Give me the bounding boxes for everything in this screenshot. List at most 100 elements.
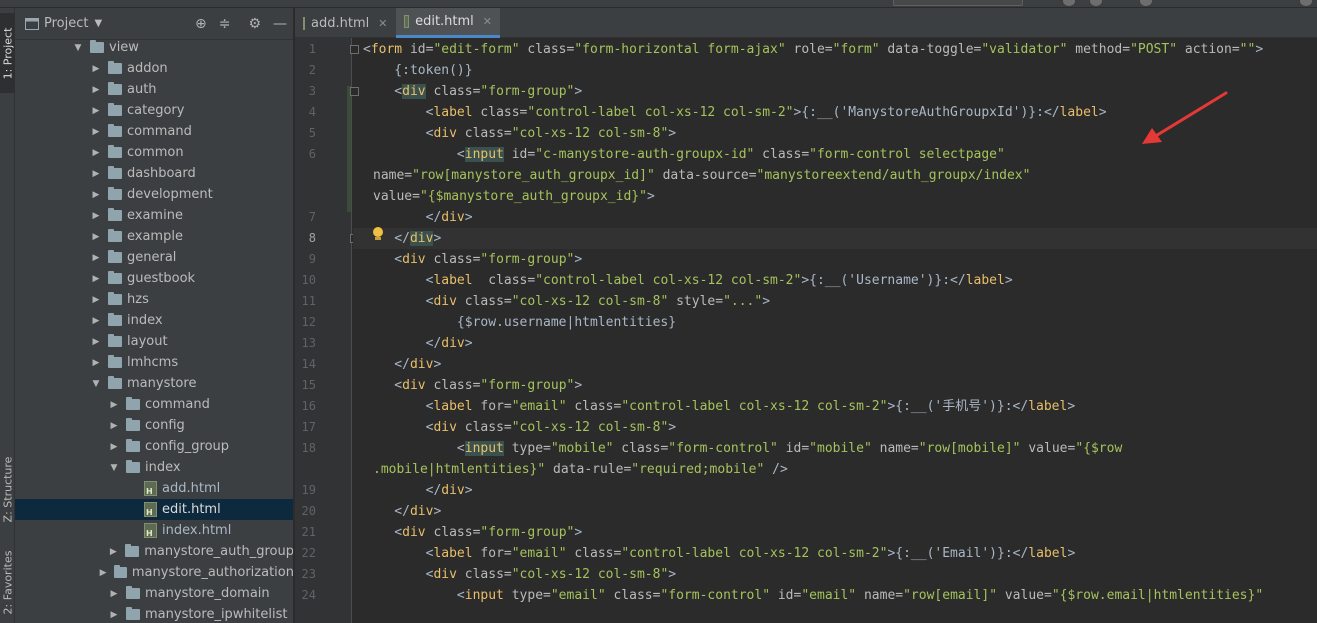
tree-folder-item[interactable]: ▶ layout bbox=[15, 331, 293, 352]
gear-icon[interactable]: ⚙ bbox=[248, 16, 261, 32]
code-line[interactable]: <label for="email" class="control-label … bbox=[353, 396, 1317, 417]
chevron-right-icon[interactable]: ▶ bbox=[98, 568, 109, 578]
chevron-right-icon[interactable]: ▶ bbox=[90, 337, 102, 347]
tree-file-item[interactable]: edit.html bbox=[15, 499, 293, 520]
tree-folder-item[interactable]: ▶ addon bbox=[15, 58, 293, 79]
chevron-right-icon[interactable]: ▶ bbox=[90, 295, 102, 305]
chevron-right-icon[interactable]: ▶ bbox=[108, 589, 120, 599]
chevron-right-icon[interactable]: ▶ bbox=[90, 148, 102, 158]
chevron-right-icon[interactable]: ▶ bbox=[90, 190, 102, 200]
tool-tab-favorites[interactable]: 2: Favorites bbox=[0, 543, 15, 621]
hide-panel-icon[interactable]: — bbox=[273, 16, 287, 32]
locate-file-icon[interactable]: ⊕ bbox=[195, 16, 207, 32]
line-number-gutter[interactable]: 1 2 3 4 5 6 7 8 9 10 11 12 13 14 15 16 17 18 19 20 21 22 23 24 bbox=[295, 38, 359, 623]
code-line[interactable]: </div> bbox=[353, 354, 1317, 375]
code-line[interactable]: </div> bbox=[353, 501, 1317, 522]
html-file-icon bbox=[144, 502, 157, 517]
tree-folder-item[interactable]: ▶ hzs bbox=[15, 289, 293, 310]
tree-folder-item[interactable]: ▼ index bbox=[15, 457, 293, 478]
close-icon[interactable]: ✕ bbox=[483, 15, 492, 28]
tree-folder-item[interactable]: ▶ manystore_ipwhitelist bbox=[15, 604, 293, 623]
tree-file-item[interactable]: index.html bbox=[15, 520, 293, 541]
tree-folder-item[interactable]: ▶ command bbox=[15, 394, 293, 415]
tree-folder-item[interactable]: ▼ manystore bbox=[15, 373, 293, 394]
tree-folder-item[interactable]: ▶ auth bbox=[15, 79, 293, 100]
chevron-right-icon[interactable]: ▶ bbox=[108, 610, 120, 620]
code-line[interactable]: <div class="form-group"> bbox=[353, 375, 1317, 396]
tree-folder-item[interactable]: ▶ general bbox=[15, 247, 293, 268]
chevron-right-icon[interactable]: ▶ bbox=[108, 400, 120, 410]
tree-folder-item[interactable]: ▶ manystore_auth_group bbox=[15, 541, 293, 562]
chevron-right-icon[interactable]: ▶ bbox=[90, 211, 102, 221]
tool-tab-structure[interactable]: Z: Structure bbox=[0, 448, 15, 530]
tree-folder-item[interactable]: ▶ example bbox=[15, 226, 293, 247]
tool-tab-project[interactable]: 1: Project bbox=[0, 13, 15, 93]
chevron-down-icon[interactable]: ▼ bbox=[72, 43, 84, 53]
chevron-right-icon[interactable]: ▶ bbox=[90, 253, 102, 263]
intention-bulb-icon[interactable] bbox=[373, 227, 383, 241]
code-line[interactable]: <div class="form-group"> bbox=[353, 522, 1317, 543]
chevron-down-icon[interactable]: ▼ bbox=[90, 379, 102, 389]
chevron-right-icon[interactable]: ▶ bbox=[90, 169, 102, 179]
chevron-right-icon[interactable]: ▶ bbox=[90, 358, 102, 368]
tab-add-html[interactable]: add.html ✕ bbox=[295, 8, 395, 38]
tree-folder-item[interactable]: ▶ dashboard bbox=[15, 163, 293, 184]
code-line[interactable]: <form id="edit-form" class="form-horizon… bbox=[353, 39, 1317, 60]
chevron-right-icon[interactable]: ▶ bbox=[90, 106, 102, 116]
code-line[interactable]: <input type="email" class="form-control"… bbox=[353, 585, 1317, 606]
code-line[interactable]: </div> bbox=[353, 207, 1317, 228]
chevron-down-icon[interactable]: ▼ bbox=[108, 463, 120, 473]
tree-folder-item[interactable]: ▶ config bbox=[15, 415, 293, 436]
code-line[interactable]: <input type="mobile" class="form-control… bbox=[353, 438, 1317, 459]
tab-edit-html[interactable]: edit.html ✕ bbox=[396, 8, 500, 38]
chevron-right-icon[interactable]: ▶ bbox=[90, 232, 102, 242]
chevron-down-icon[interactable]: ▼ bbox=[94, 18, 102, 29]
line-number: 6 bbox=[308, 147, 316, 161]
tree-folder-item[interactable]: ▶ manystore_domain bbox=[15, 583, 293, 604]
run-icon[interactable] bbox=[1063, 0, 1075, 6]
code-line[interactable]: value="{$manystore_auth_groupx_id}"> bbox=[353, 186, 1317, 207]
code-line[interactable]: <label class="control-label col-xs-12 co… bbox=[353, 270, 1317, 291]
tree-folder-item[interactable]: ▶ examine bbox=[15, 205, 293, 226]
search-everywhere-icon[interactable] bbox=[1300, 0, 1312, 6]
vcs-change-marker[interactable] bbox=[347, 86, 351, 212]
tree-folder-item[interactable]: ▶ manystore_authorization bbox=[15, 562, 293, 583]
chevron-right-icon[interactable]: ▶ bbox=[90, 64, 102, 74]
code-line[interactable]: .mobile|htmlentities}" data-rule="requir… bbox=[353, 459, 1317, 480]
code-line[interactable]: {:token()} bbox=[353, 60, 1317, 81]
chevron-right-icon[interactable]: ▶ bbox=[108, 421, 120, 431]
run-configuration-dropdown[interactable] bbox=[893, 0, 1023, 6]
tree-folder-item[interactable]: ▶ category bbox=[15, 100, 293, 121]
chevron-right-icon[interactable]: ▶ bbox=[90, 274, 102, 284]
code-line[interactable]: <div class="col-xs-12 col-sm-8" style=".… bbox=[353, 291, 1317, 312]
chevron-right-icon[interactable]: ▶ bbox=[108, 442, 120, 452]
code-line[interactable]: name="row[manystore_auth_groupx_id]" dat… bbox=[353, 165, 1317, 186]
tree-folder-item[interactable]: ▼ view bbox=[15, 37, 293, 58]
tree-folder-item[interactable]: ▶ guestbook bbox=[15, 268, 293, 289]
chevron-right-icon[interactable]: ▶ bbox=[107, 547, 119, 557]
code-line[interactable]: <div class="col-xs-12 col-sm-8"> bbox=[353, 564, 1317, 585]
tree-folder-item[interactable]: ▶ config_group bbox=[15, 436, 293, 457]
code-line[interactable]: </div> bbox=[353, 333, 1317, 354]
code-line[interactable]: {$row.username|htmlentities} bbox=[353, 312, 1317, 333]
stop-icon[interactable] bbox=[1140, 0, 1152, 6]
tree-folder-item[interactable]: ▶ development bbox=[15, 184, 293, 205]
chevron-right-icon[interactable]: ▶ bbox=[90, 127, 102, 137]
code-token: > bbox=[668, 567, 677, 582]
code-line[interactable]: <div class="form-group"> bbox=[353, 249, 1317, 270]
code-line[interactable]: <label for="email" class="control-label … bbox=[353, 543, 1317, 564]
tree-folder-item[interactable]: ▶ lmhcms bbox=[15, 352, 293, 373]
chevron-right-icon[interactable]: ▶ bbox=[90, 316, 102, 326]
collapse-all-icon[interactable]: ≑ bbox=[219, 16, 231, 32]
tree-folder-item[interactable]: ▶ command bbox=[15, 121, 293, 142]
code-line[interactable]: </div> bbox=[353, 228, 1317, 249]
tree-folder-item[interactable]: ▶ index bbox=[15, 310, 293, 331]
code-line[interactable]: </div> bbox=[353, 480, 1317, 501]
code-line[interactable]: <div class="col-xs-12 col-sm-8"> bbox=[353, 417, 1317, 438]
code-token: < bbox=[363, 441, 465, 456]
close-icon[interactable]: ✕ bbox=[378, 17, 387, 30]
tree-folder-item[interactable]: ▶ common bbox=[15, 142, 293, 163]
chevron-right-icon[interactable]: ▶ bbox=[90, 85, 102, 95]
debug-icon[interactable] bbox=[1090, 0, 1102, 6]
tree-file-item[interactable]: add.html bbox=[15, 478, 293, 499]
